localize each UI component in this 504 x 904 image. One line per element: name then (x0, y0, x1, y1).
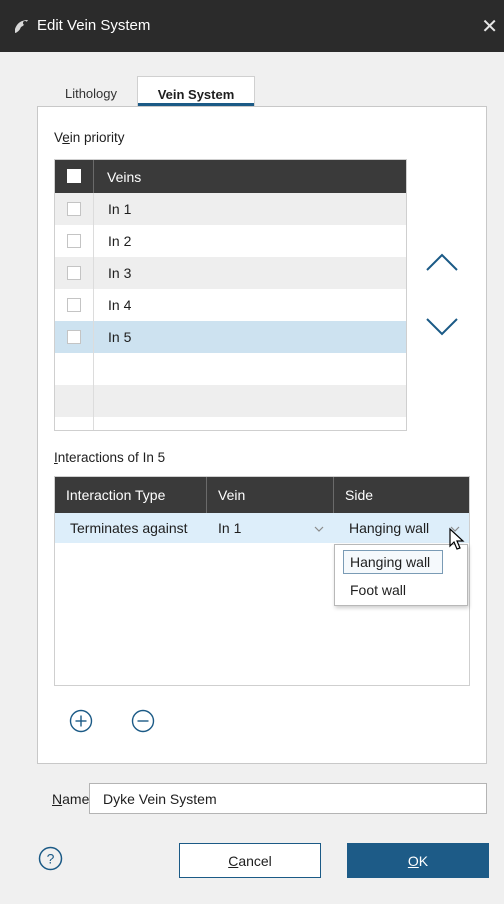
vein-column-header: Vein (218, 487, 246, 503)
vein-checkbox[interactable] (67, 234, 81, 248)
interactions-label: Interactions of In 5 (54, 450, 166, 465)
tab-lithology[interactable]: Lithology (56, 76, 126, 106)
vein-row[interactable]: In 2 (55, 225, 406, 257)
veins-header: Veins (55, 160, 406, 193)
veins-column-header: Veins (107, 169, 142, 185)
vein-row[interactable]: In 4 (55, 289, 406, 321)
interactions-header: Interaction Type Vein Side (55, 477, 469, 513)
vein-priority-table[interactable]: Veins In 1 In 2 In 3 In 4 In 5 (54, 159, 407, 431)
minus-circle-icon[interactable] (131, 709, 155, 733)
dropdown-option-hanging-wall[interactable]: Hanging wall (343, 550, 443, 574)
app-logo-icon (15, 20, 28, 33)
name-label: Name: (52, 791, 94, 807)
interaction-type-column-header: Interaction Type (66, 487, 166, 503)
vein-row[interactable]: In 3 (55, 257, 406, 289)
select-all-checkbox[interactable] (67, 169, 81, 183)
cancel-button[interactable]: Cancel (179, 843, 321, 878)
vein-row[interactable]: In 1 (55, 193, 406, 225)
chevron-up-icon[interactable] (424, 250, 460, 274)
vein-checkbox[interactable] (67, 330, 81, 344)
vein-row-selected[interactable]: In 5 (55, 321, 406, 353)
dropdown-option-foot-wall[interactable]: Foot wall (350, 579, 406, 601)
tab-vein-system[interactable]: Vein System (137, 76, 255, 106)
vein-cell[interactable]: In 1 (218, 520, 241, 536)
close-icon[interactable]: ✕ (481, 14, 498, 39)
side-column-header: Side (345, 487, 374, 503)
mouse-cursor-icon (449, 527, 465, 550)
chevron-down-icon[interactable] (424, 315, 460, 339)
window-title: Edit Vein System (37, 17, 151, 34)
vein-name: In 4 (108, 297, 132, 313)
ok-button[interactable]: OK (347, 843, 489, 878)
tab-lithology-label: Lithology (64, 86, 118, 101)
interaction-type-cell[interactable]: Terminates against (70, 520, 188, 536)
empty-row (55, 385, 406, 417)
svg-text:?: ? (47, 851, 55, 867)
vein-checkbox[interactable] (67, 266, 81, 280)
vein-name: In 5 (108, 329, 132, 345)
side-cell[interactable]: Hanging wall (349, 520, 429, 536)
vein-name: In 3 (108, 265, 132, 281)
chevron-down-icon[interactable] (314, 525, 324, 533)
vein-name: In 1 (108, 201, 132, 217)
empty-row (55, 353, 406, 385)
vein-priority-label: Vein priority (54, 130, 125, 145)
vein-checkbox[interactable] (67, 202, 81, 216)
empty-row (55, 417, 406, 430)
help-circle-icon[interactable]: ? (38, 846, 63, 871)
side-dropdown-list[interactable]: Hanging wall Foot wall (334, 544, 468, 606)
interaction-row[interactable]: Terminates against In 1 Hanging wall (55, 513, 469, 543)
header-divider (93, 160, 94, 193)
vein-checkbox[interactable] (67, 298, 81, 312)
vein-name: In 2 (108, 233, 132, 249)
tab-vein-system-label: Vein System (157, 87, 235, 102)
plus-circle-icon[interactable] (69, 709, 93, 733)
name-field[interactable] (89, 783, 487, 814)
title-bar: Edit Vein System ✕ (0, 0, 504, 52)
